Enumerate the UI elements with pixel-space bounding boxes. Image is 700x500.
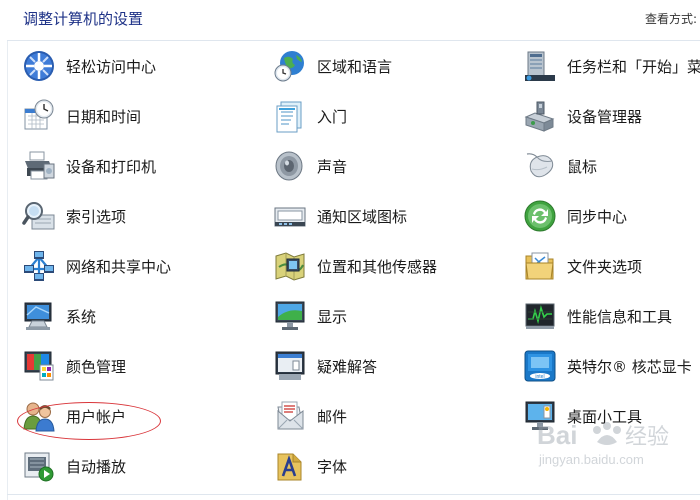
item-color-management[interactable]: 颜色管理 — [22, 349, 126, 383]
item-label: 声音 — [317, 157, 348, 176]
item-indexing-options[interactable]: 索引选项 — [22, 199, 126, 233]
performance-tools-icon — [525, 303, 555, 329]
ease-of-access-icon — [24, 51, 54, 81]
item-ease-of-access[interactable]: 轻松访问中心 — [22, 49, 156, 83]
system-computer-icon — [24, 302, 52, 330]
device-manager-icon — [524, 101, 555, 132]
sound-speaker-icon — [275, 151, 303, 181]
item-getting-started[interactable]: 入门 — [273, 99, 347, 133]
indexing-magnifier-icon — [22, 202, 55, 230]
item-label: 索引选项 — [66, 207, 127, 226]
notification-area-icon — [274, 207, 306, 227]
taskbar-start-menu-icon — [525, 51, 555, 81]
item-autoplay[interactable]: 自动播放 — [22, 449, 126, 483]
item-label: 文件夹选项 — [567, 257, 643, 276]
page-title: 调整计算机的设置 — [23, 10, 144, 28]
item-label: 设备和打印机 — [66, 157, 157, 176]
item-label: 入门 — [317, 107, 348, 126]
item-mouse[interactable]: 鼠标 — [523, 149, 597, 183]
item-label: 邮件 — [317, 407, 348, 426]
desktop-gadgets-icon — [525, 401, 555, 430]
troubleshooting-icon — [275, 351, 305, 380]
item-system[interactable]: 系统 — [22, 299, 96, 333]
item-label: 日期和时间 — [66, 107, 142, 126]
network-sharing-icon — [24, 251, 54, 281]
item-mail[interactable]: 邮件 — [273, 399, 347, 433]
getting-started-icon — [276, 101, 302, 133]
item-label: 位置和其他传感器 — [317, 257, 438, 276]
item-fonts[interactable]: 字体 — [273, 449, 347, 483]
item-folder-options[interactable]: 文件夹选项 — [523, 249, 642, 283]
item-intel-graphics[interactable]: intel 英特尔® 核芯显卡 — [523, 349, 692, 383]
item-label: 系统 — [66, 307, 97, 326]
mail-icon — [277, 401, 304, 430]
item-label: 区域和语言 — [317, 57, 393, 76]
item-label: 疑难解答 — [317, 357, 378, 376]
folder-options-icon — [525, 252, 554, 280]
devices-printers-icon — [25, 151, 55, 180]
display-monitor-icon — [275, 301, 305, 330]
item-label: 通知区域图标 — [317, 207, 408, 226]
item-label: 网络和共享中心 — [66, 257, 172, 276]
svg-text:intel: intel — [535, 374, 544, 380]
item-devices-printers[interactable]: 设备和打印机 — [22, 149, 156, 183]
color-management-icon — [24, 351, 54, 381]
item-troubleshooting[interactable]: 疑难解答 — [273, 349, 377, 383]
item-label: 用户帐户 — [66, 407, 127, 426]
item-sound[interactable]: 声音 — [273, 149, 347, 183]
item-label: 英特尔® 核芯显卡 — [567, 357, 692, 376]
item-network-sharing-center[interactable]: 网络和共享中心 — [22, 249, 171, 283]
item-label: 性能信息和工具 — [567, 307, 673, 326]
item-label: 字体 — [317, 457, 348, 476]
item-label: 颜色管理 — [66, 357, 127, 376]
item-label: 自动播放 — [66, 457, 127, 476]
intel-graphics-icon: intel — [524, 350, 556, 382]
bottom-border — [7, 494, 700, 495]
item-device-manager[interactable]: 设备管理器 — [523, 99, 642, 133]
item-label: 设备管理器 — [567, 107, 643, 126]
mouse-icon — [526, 153, 554, 178]
item-notification-area-icons[interactable]: 通知区域图标 — [273, 199, 407, 233]
item-user-accounts[interactable]: 用户帐户 — [22, 399, 126, 433]
fonts-icon — [277, 453, 302, 481]
item-label: 显示 — [317, 307, 348, 326]
control-panel-grid: 轻松访问中心 区域和语言 任务栏和「开始」菜 日期和时间 入门 设备管理器 设备… — [0, 41, 700, 494]
sync-center-icon — [524, 200, 556, 232]
autoplay-icon — [24, 452, 54, 482]
item-label: 同步中心 — [567, 207, 628, 226]
item-sync-center[interactable]: 同步中心 — [523, 199, 627, 233]
item-region-language[interactable]: 区域和语言 — [273, 49, 392, 83]
item-label: 桌面小工具 — [567, 407, 643, 426]
item-label: 任务栏和「开始」菜 — [567, 57, 700, 76]
item-desktop-gadgets[interactable]: 桌面小工具 — [523, 399, 642, 433]
item-display[interactable]: 显示 — [273, 299, 347, 333]
location-sensors-icon — [275, 252, 305, 281]
item-date-time[interactable]: 日期和时间 — [22, 99, 141, 133]
user-accounts-icon — [23, 402, 55, 432]
view-by-label[interactable]: 查看方式: — [645, 10, 697, 27]
region-globe-icon — [274, 51, 304, 82]
date-time-clock-icon — [24, 99, 54, 130]
item-label: 鼠标 — [567, 157, 598, 176]
item-label: 轻松访问中心 — [66, 57, 157, 76]
item-performance-tools[interactable]: 性能信息和工具 — [523, 299, 672, 333]
item-location-sensors[interactable]: 位置和其他传感器 — [273, 249, 437, 283]
item-taskbar-start-menu[interactable]: 任务栏和「开始」菜 — [523, 49, 700, 83]
header: 调整计算机的设置 查看方式: — [0, 0, 700, 40]
